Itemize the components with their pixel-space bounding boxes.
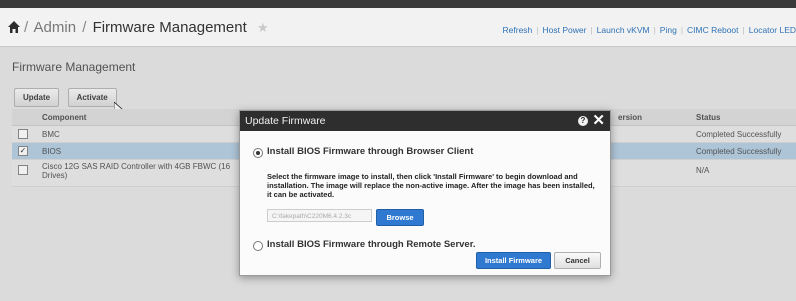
install-instructions: Select the firmware image to install, th… (267, 172, 595, 199)
radio-remote-server[interactable] (253, 241, 263, 251)
update-firmware-dialog: Update Firmware ? ✕ Install BIOS Firmwar… (239, 110, 611, 276)
file-path-field[interactable]: C:\fakepath\C220M6.4.2.3c (267, 209, 372, 222)
launch-vkvm-link[interactable]: Launch vKVM (597, 25, 650, 35)
option-browser-client-label[interactable]: Install BIOS Firmware through Browser Cl… (267, 146, 473, 157)
help-icon[interactable]: ? (578, 116, 588, 126)
locator-led-link[interactable]: Locator LED (749, 25, 796, 35)
breadcrumb-separator: / (24, 19, 29, 36)
ping-link[interactable]: Ping (660, 25, 677, 35)
star-icon[interactable]: ★ (257, 20, 269, 35)
top-bar: / Admin / Firmware Management ★ Refresh |… (0, 8, 796, 47)
breadcrumb: / Admin / Firmware Management ★ (22, 19, 269, 36)
page-title: Firmware Management (92, 19, 247, 36)
top-links: Refresh | Host Power | Launch vKVM | Ping | CIMC… (502, 25, 796, 35)
option-remote-server-label[interactable]: Install BIOS Firmware through Remote Ser… (267, 239, 476, 250)
cancel-button[interactable]: Cancel (554, 252, 601, 269)
host-power-link[interactable]: Host Power (543, 25, 587, 35)
app-frame: / Admin / Firmware Management ★ Refresh |… (0, 8, 796, 301)
breadcrumb-separator: / (82, 19, 87, 36)
browse-button[interactable]: Browse (376, 209, 424, 226)
dialog-header: Update Firmware ? ✕ (240, 111, 610, 131)
dialog-title: Update Firmware (245, 115, 326, 127)
refresh-link[interactable]: Refresh (503, 25, 533, 35)
install-firmware-button[interactable]: Install Firmware (476, 252, 551, 269)
cimc-reboot-link[interactable]: CIMC Reboot (687, 25, 739, 35)
breadcrumb-admin[interactable]: Admin (34, 19, 77, 36)
radio-browser-client[interactable] (253, 148, 263, 158)
home-icon[interactable] (8, 21, 20, 33)
close-icon[interactable]: ✕ (592, 112, 605, 129)
